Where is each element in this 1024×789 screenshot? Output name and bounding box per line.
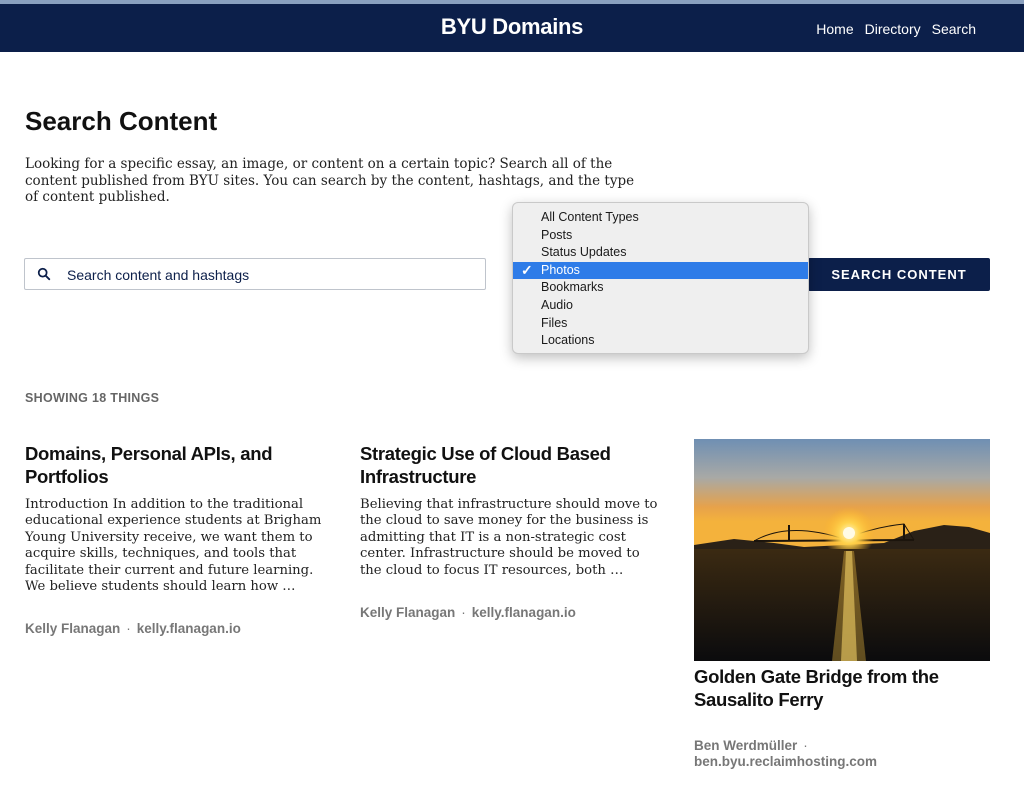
nav-directory-link[interactable]: Directory: [865, 21, 921, 37]
result-site[interactable]: kelly.flanagan.io: [137, 621, 241, 636]
result-title[interactable]: Golden Gate Bridge from the Sausalito Fe…: [694, 665, 990, 711]
nav-home-link[interactable]: Home: [816, 21, 853, 37]
result-author[interactable]: Ben Werdmüller: [694, 738, 797, 753]
result-meta: Kelly Flanagan · kelly.flanagan.io: [360, 605, 660, 620]
result-meta: Kelly Flanagan · kelly.flanagan.io: [25, 621, 325, 636]
result-excerpt: Believing that infrastructure should mov…: [360, 497, 658, 578]
search-content-button[interactable]: SEARCH CONTENT: [808, 258, 990, 291]
meta-separator: ·: [803, 738, 808, 753]
result-title[interactable]: Strategic Use of Cloud Based Infrastruct…: [360, 442, 660, 488]
nav-search-link[interactable]: Search: [932, 21, 976, 37]
meta-separator: ·: [126, 621, 131, 637]
meta-separator: ·: [461, 605, 466, 621]
result-photo[interactable]: [694, 439, 990, 661]
content-type-option[interactable]: Audio: [513, 297, 808, 315]
result-author[interactable]: Kelly Flanagan: [360, 605, 455, 620]
result-title[interactable]: Domains, Personal APIs, and Portfolios: [25, 442, 325, 488]
content-type-option[interactable]: Posts: [513, 227, 808, 245]
result-meta: Ben Werdmüller · ben.byu.reclaimhosting.c…: [694, 738, 994, 769]
result-card: Domains, Personal APIs, and Portfolios I…: [25, 442, 325, 636]
result-card: Strategic Use of Cloud Based Infrastruct…: [360, 442, 660, 620]
intro-text: Looking for a specific essay, an image, …: [25, 156, 635, 205]
result-author[interactable]: Kelly Flanagan: [25, 621, 120, 636]
content-type-option[interactable]: Files: [513, 315, 808, 333]
option-label: Bookmarks: [541, 280, 604, 295]
result-site[interactable]: ben.byu.reclaimhosting.com: [694, 754, 877, 769]
search-icon: [37, 267, 51, 281]
checkmark-icon: ✓: [521, 261, 533, 278]
result-site[interactable]: kelly.flanagan.io: [472, 605, 576, 620]
option-label: Audio: [541, 297, 573, 312]
main-nav: Home Directory Search: [816, 21, 976, 37]
sunset-photo-image: [694, 439, 990, 661]
results-count: SHOWING 18 THINGS: [25, 391, 160, 405]
search-box: [24, 258, 486, 291]
option-label: Files: [541, 315, 568, 330]
option-label: All Content Types: [541, 210, 639, 224]
option-label: Locations: [541, 333, 595, 348]
option-label: Posts: [541, 227, 573, 242]
result-excerpt: Introduction In addition to the traditio…: [25, 497, 322, 595]
page-title: Search Content: [25, 106, 218, 136]
content-type-option[interactable]: All Content Types: [513, 209, 808, 227]
content-type-dropdown: All Content Types Posts Status Updates ✓…: [512, 202, 809, 354]
content-type-option-selected[interactable]: ✓ Photos: [513, 261, 808, 280]
content-type-option[interactable]: Status Updates: [513, 244, 808, 262]
content-type-option[interactable]: Locations: [513, 332, 808, 350]
option-label: Status Updates: [541, 245, 627, 260]
site-header: BYU Domains Home Directory Search: [0, 4, 1024, 52]
search-input[interactable]: [65, 259, 479, 291]
option-label: Photos: [541, 262, 580, 277]
content-type-option[interactable]: Bookmarks: [513, 279, 808, 297]
